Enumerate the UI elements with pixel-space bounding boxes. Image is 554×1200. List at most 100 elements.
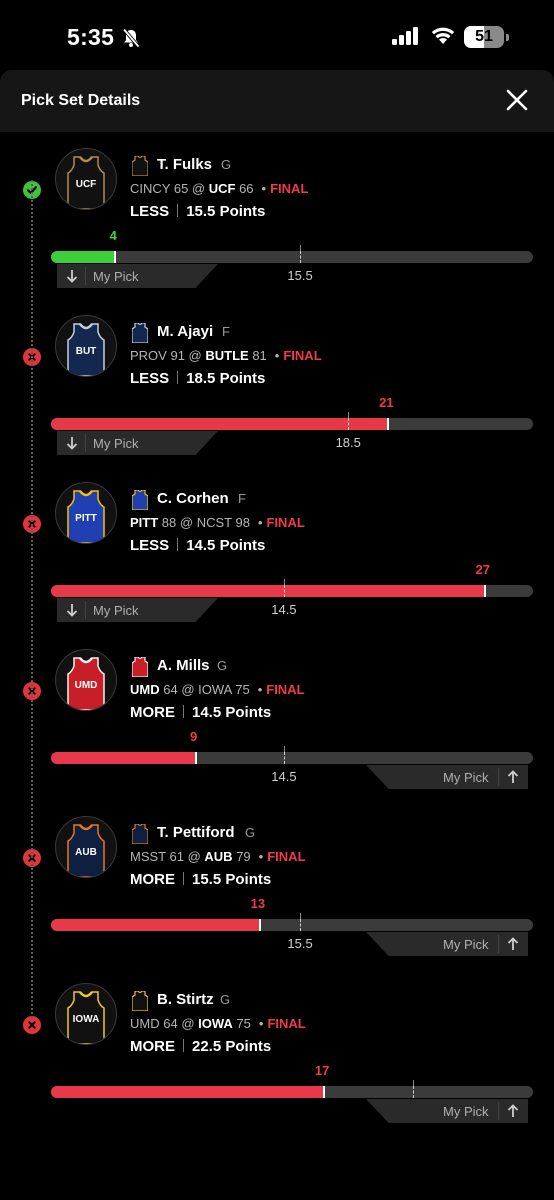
threshold-label: 15.5 (287, 268, 313, 283)
pick-line: LESS 15.5 Points (130, 203, 265, 220)
player-position: G (221, 157, 232, 172)
pick-unit: Points (225, 1038, 272, 1055)
player-name[interactable]: B. Stirtz (157, 991, 214, 1008)
progress-fill (51, 585, 485, 597)
progress-fill (51, 418, 389, 430)
my-pick-label: My Pick (443, 770, 489, 785)
player-name[interactable]: T. Fulks (157, 156, 212, 173)
player-name[interactable]: T. Pettiford (157, 824, 235, 841)
away-team: MSST (130, 849, 166, 864)
away-score: 88 (161, 515, 177, 530)
away-score: 91 (170, 348, 185, 363)
progress-fill (51, 752, 196, 764)
progress-fill (51, 251, 116, 263)
player-jersey-avatar: UCF (55, 148, 117, 210)
threshold-tick (412, 1080, 414, 1086)
arrow-down-icon (66, 270, 78, 283)
player-position: F (238, 491, 246, 506)
threshold-marker (300, 919, 302, 931)
jersey-icon (131, 489, 149, 511)
pick-set-sheet: Pick Set Details UCF T. Fulks G CINCY 65 @ … (0, 70, 554, 1200)
home-score: 98 (235, 515, 250, 530)
threshold-tick (300, 245, 302, 251)
home-team: NCST (196, 515, 232, 530)
game-status: FINAL (266, 682, 305, 697)
actual-marker (194, 752, 197, 764)
home-score: 66 (239, 181, 254, 196)
away-score: 61 (169, 849, 184, 864)
pick-direction: LESS (130, 203, 170, 220)
my-pick-tag: My Pick (57, 264, 218, 288)
actual-value: 21 (379, 395, 394, 410)
progress-fill (51, 919, 260, 931)
player-name[interactable]: A. Mills (157, 657, 210, 674)
arrow-up-icon (507, 1104, 519, 1117)
player-position: F (222, 324, 230, 339)
battery-indicator: 51 (464, 26, 509, 48)
home-team: IOWA (198, 1016, 233, 1031)
pick-unit: Points (225, 871, 272, 888)
progress-bar (51, 418, 533, 430)
my-pick-tag: My Pick (57, 598, 218, 622)
player-position: G (217, 658, 228, 673)
my-pick-tag: My Pick (366, 765, 528, 789)
threshold-marker (283, 752, 285, 764)
pick-miss-icon (23, 1016, 41, 1034)
jersey-icon (131, 322, 149, 344)
my-pick-label: My Pick (93, 269, 139, 284)
bell-muted-icon (122, 28, 140, 48)
cellular-signal-icon (392, 27, 418, 45)
game-matchup: MSST 61 @ AUB 79 • FINAL (130, 849, 306, 864)
pick-direction: MORE (130, 704, 175, 721)
pick-direction: LESS (130, 370, 170, 387)
jersey-icon (131, 155, 149, 177)
my-pick-label: My Pick (93, 603, 139, 618)
arrow-up-icon (507, 937, 519, 950)
jersey-icon (131, 656, 149, 678)
actual-marker (387, 418, 390, 430)
actual-marker (258, 919, 261, 931)
sheet-header: Pick Set Details (0, 70, 554, 132)
away-team: PROV (130, 348, 167, 363)
game-matchup: UMD 64 @ IOWA 75 • FINAL (130, 682, 305, 697)
threshold-label: 14.5 (271, 769, 297, 784)
player-position: G (220, 992, 231, 1007)
clock: 5:35 (67, 24, 115, 50)
jersey-team-code: BUT (75, 346, 97, 357)
timeline-line (31, 180, 33, 1018)
status-bar: 5:35 51 (0, 0, 554, 70)
jersey-team-code: PITT (75, 513, 97, 524)
game-matchup: PITT 88 @ NCST 98 • FINAL (130, 515, 305, 530)
arrow-down-icon (66, 437, 78, 450)
pick-line-value: 15.5 (192, 871, 222, 888)
pick-line: LESS 14.5 Points (130, 537, 265, 554)
pick-line-value: 14.5 (192, 704, 222, 721)
player-name[interactable]: C. Corhen (157, 490, 229, 507)
away-team: PITT (130, 515, 159, 530)
actual-value: 4 (109, 228, 117, 243)
actual-value: 9 (189, 729, 198, 744)
pick-row: UMD A. Mills G UMD 64 @ IOWA 75 • FINAL MORE 14… (0, 649, 554, 817)
threshold-marker (300, 251, 302, 263)
sheet-title: Pick Set Details (21, 92, 141, 109)
player-position: G (245, 825, 256, 840)
pick-line-value: 22.5 (192, 1038, 222, 1055)
game-matchup: PROV 91 @ BUTLE 81 • FINAL (130, 348, 322, 363)
pick-line: MORE 14.5 Points (130, 704, 271, 721)
pick-unit: Points (219, 203, 266, 220)
pick-direction: MORE (130, 871, 175, 888)
game-matchup: UMD 64 @ IOWA 75 • FINAL (130, 1016, 306, 1031)
close-icon[interactable] (500, 83, 534, 117)
threshold-label: 14.5 (271, 602, 297, 617)
threshold-tick (300, 913, 302, 919)
pick-line-value: 18.5 (186, 370, 216, 387)
jersey-icon (131, 823, 149, 845)
actual-marker (483, 585, 486, 597)
jersey-team-code: UCF (75, 179, 97, 190)
home-team: UCF (208, 181, 236, 196)
my-pick-label: My Pick (93, 436, 139, 451)
away-score: 64 (163, 1016, 178, 1031)
away-score: 65 (173, 181, 189, 196)
game-status: FINAL (267, 1016, 306, 1031)
player-name[interactable]: M. Ajayi (157, 323, 213, 340)
